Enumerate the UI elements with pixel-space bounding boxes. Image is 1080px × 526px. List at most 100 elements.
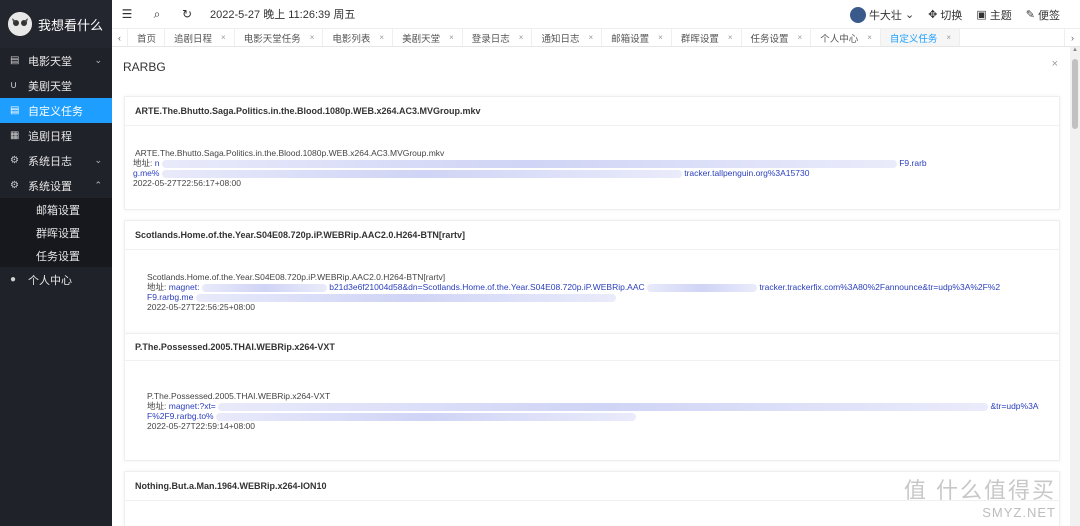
submenu-item-email[interactable]: 邮箱设置 [0, 198, 112, 221]
watermark-site: SMYZ.NET [982, 505, 1056, 520]
watermark-text: 值 什么值得买 [903, 478, 1056, 503]
tab-movie-task[interactable]: 电影天堂任务 × [235, 29, 324, 46]
close-icon[interactable]: × [798, 33, 803, 42]
sidebar-item-label: 个人中心 [28, 274, 72, 287]
tab-custom-task[interactable]: 自定义任务 × [880, 29, 961, 46]
card-title: ARTE.The.Bhutto.Saga.Politics.in.the.Blo… [125, 97, 1059, 126]
chevron-down-icon: ⌄ [94, 155, 102, 165]
tab-label: 群晖设置 [680, 33, 719, 45]
gear-icon: ⚙ [10, 155, 19, 166]
close-icon[interactable]: × [449, 33, 454, 42]
tab-notify-log[interactable]: 通知日志 × [532, 29, 603, 46]
menu-toggle-icon[interactable]: ☰ [112, 7, 142, 21]
sidebar-item-profile[interactable]: ● 个人中心 [0, 267, 112, 292]
submenu-item-task[interactable]: 任务设置 [0, 244, 112, 267]
header-actions: 牛大壮 ⌄ ✥ 切换 ▣ 主题 ✎ 便签 [849, 0, 1060, 29]
brand[interactable]: 我想看什么 [0, 0, 112, 48]
tab-label: 首页 [137, 33, 157, 45]
close-icon[interactable]: × [946, 33, 951, 42]
sidebar-item-us-drama[interactable]: ∪ 美剧天堂 [0, 73, 112, 98]
tab-movie-list[interactable]: 电影列表 × [323, 29, 394, 46]
address-cont-end: tracker.tallpenguin.org%3A15730 [684, 168, 810, 178]
user-name: 牛大壮 [868, 9, 902, 22]
tab-schedule[interactable]: 追剧日程 × [165, 29, 235, 46]
sidebar-item-label: 自定义任务 [28, 105, 83, 118]
doc-icon: ▤ [10, 105, 20, 116]
user-avatar [849, 6, 866, 23]
address-continuation[interactable]: g.me% tracker.tallpenguin.org%3A15730 [133, 168, 1039, 178]
redacted-block [647, 283, 758, 292]
address-continuation[interactable]: F9.rarbg.me [147, 292, 1039, 302]
user-icon: ● [10, 274, 17, 285]
sidebar-item-movie-heaven[interactable]: ▤ 电影天堂 ⌄ [0, 48, 112, 73]
note-button[interactable]: ✎ 便签 [1026, 7, 1060, 23]
tab-email-settings[interactable]: 邮箱设置 × [602, 29, 672, 46]
close-icon[interactable]: × [310, 33, 315, 42]
brand-name: 我想看什么 [38, 17, 104, 33]
address-link-start: magnet: [168, 282, 200, 292]
close-icon[interactable]: × [221, 33, 226, 42]
close-icon[interactable]: × [519, 33, 524, 42]
address-link-end: F9.rarb [899, 158, 927, 168]
tab-bar: ‹ 首页 追剧日程 × 电影天堂任务 × 电影列表 × 美剧天堂 × 登录日志 × 通知日… [112, 29, 1080, 47]
close-icon[interactable]: × [1052, 58, 1058, 70]
sidebar-item-label: 系统设置 [28, 180, 72, 193]
tab-scroll-left-icon[interactable]: ‹ [112, 29, 128, 46]
tab-track: 首页 追剧日程 × 电影天堂任务 × 电影列表 × 美剧天堂 × 登录日志 × 通知日志 ×… [128, 29, 1064, 46]
tab-us-drama[interactable]: 美剧天堂 × [393, 29, 463, 46]
sidebar-item-label: 美剧天堂 [28, 80, 72, 93]
torrent-address[interactable]: 地址: magnet: b21d3e6f21004d58&dn=Scotland… [147, 282, 1039, 292]
sidebar-item-custom-task[interactable]: ▤ 自定义任务 [0, 98, 112, 123]
chevron-up-icon: ⌃ [94, 180, 102, 190]
user-menu[interactable]: 牛大壮 ⌄ [849, 6, 914, 23]
address-cont-start: F%2F9.rarbg.to% [147, 411, 214, 421]
tab-home[interactable]: 首页 [128, 29, 166, 46]
refresh-icon[interactable]: ↻ [172, 7, 202, 21]
close-icon[interactable]: × [867, 33, 872, 42]
tab-login-log[interactable]: 登录日志 × [463, 29, 533, 46]
card-body: Scotlands.Home.of.the.Year.S04E08.720p.i… [125, 250, 1059, 312]
switch-button[interactable]: ✥ 切换 [928, 7, 962, 23]
gear-icon: ⚙ [10, 180, 19, 191]
magnet-icon: ∪ [10, 80, 18, 91]
close-icon[interactable]: × [379, 33, 384, 42]
address-label: 地址: [133, 158, 153, 168]
top-header: ☰ ⌕ ↻ 2022-5-27 晚上 11:26:39 周五 牛大壮 ⌄ ✥ 切… [112, 0, 1080, 29]
tab-profile[interactable]: 个人中心 × [811, 29, 881, 46]
scroll-up-icon[interactable]: ▲ [1070, 47, 1080, 57]
address-link-start: magnet:?xt= [168, 401, 216, 411]
scroll-thumb[interactable] [1072, 59, 1078, 129]
torrent-address[interactable]: 地址: n F9.rarb [133, 158, 1039, 168]
switch-label: 切换 [940, 9, 963, 22]
address-link-end: tracker.trackerfix.com%3A80%2Fannounce&t… [759, 282, 1001, 292]
sidebar-menu: ▤ 电影天堂 ⌄ ∪ 美剧天堂 ▤ 自定义任务 ▦ 追剧日程 ⚙ 系统日志 ⌄ … [0, 48, 112, 292]
watermark: 值 什么值得买 SMYZ.NET [904, 473, 1056, 520]
address-continuation[interactable]: F%2F9.rarbg.to% [147, 411, 1039, 421]
theme-icon: ▣ [976, 9, 987, 21]
tab-label: 登录日志 [471, 33, 510, 45]
card-body: P.The.Possessed.2005.THAI.WEBRip.x264-VX… [125, 361, 1059, 431]
card-title: P.The.Possessed.2005.THAI.WEBRip.x264-VX… [125, 334, 1059, 361]
search-icon[interactable]: ⌕ [142, 7, 172, 22]
submenu-item-synology[interactable]: 群晖设置 [0, 221, 112, 244]
card-body: ARTE.The.Bhutto.Saga.Politics.in.the.Blo… [125, 126, 1059, 188]
close-icon[interactable]: × [658, 33, 663, 42]
torrent-address[interactable]: 地址: magnet:?xt= &tr=udp%3A%2 [147, 401, 1039, 411]
main-content: RARBG × ARTE.The.Bhutto.Saga.Politics.in… [112, 47, 1070, 526]
tab-label: 电影列表 [332, 33, 371, 45]
theme-button[interactable]: ▣ 主题 [976, 7, 1011, 23]
sidebar-item-system-log[interactable]: ⚙ 系统日志 ⌄ [0, 148, 112, 173]
redacted-block [161, 169, 682, 178]
tab-synology-settings[interactable]: 群晖设置 × [672, 29, 742, 46]
address-label: 地址: [147, 282, 167, 292]
content-scrollbar[interactable]: ▲ [1070, 47, 1080, 526]
sidebar-item-schedule[interactable]: ▦ 追剧日程 [0, 123, 112, 148]
tab-task-settings[interactable]: 任务设置 × [742, 29, 812, 46]
doc-icon: ▤ [10, 55, 20, 66]
sidebar-item-system-settings[interactable]: ⚙ 系统设置 ⌃ [0, 173, 112, 198]
torrent-date: 2022-05-27T22:56:17+08:00 [133, 178, 241, 188]
tab-scroll-right-icon[interactable]: › [1064, 29, 1080, 46]
sidebar-item-label: 系统日志 [28, 155, 72, 168]
close-icon[interactable]: × [588, 33, 593, 42]
close-icon[interactable]: × [728, 33, 733, 42]
